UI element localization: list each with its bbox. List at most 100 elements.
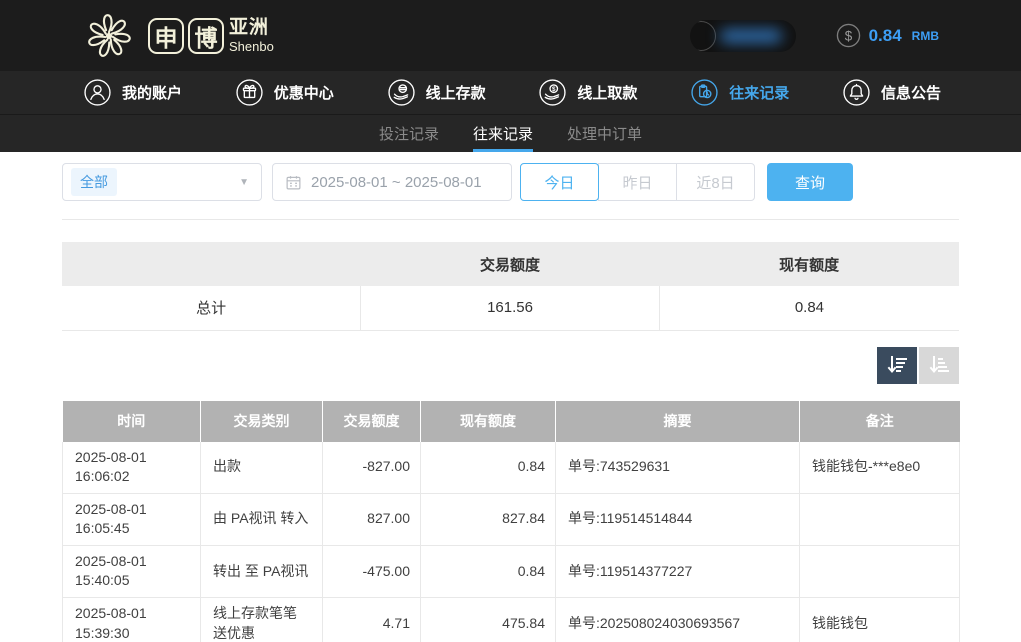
cell-type: 由 PA视讯 转入 xyxy=(201,493,323,545)
nav-label: 往来记录 xyxy=(729,82,789,103)
summary-trade-total: 161.56 xyxy=(361,286,660,330)
selected-type-tag: 全部 xyxy=(71,168,117,196)
summary-header-row: 交易额度 现有额度 xyxy=(62,242,959,286)
user-icon xyxy=(84,79,111,106)
record-subtabs: 投注记录 往来记录 处理中订单 xyxy=(0,114,1021,152)
records-table: 时间 交易类别 交易额度 现有额度 摘要 备注 2025-08-01 16:06… xyxy=(62,401,960,642)
wallet-balance[interactable]: $ 0.84 RMB xyxy=(836,23,939,48)
tab-transaction-records[interactable]: 往来记录 xyxy=(473,115,533,152)
cell-time: 2025-08-01 15:40:05 xyxy=(63,545,201,597)
col-summary[interactable]: 摘要 xyxy=(556,401,800,442)
records-icon xyxy=(691,79,718,106)
cell-balance: 827.84 xyxy=(421,493,556,545)
cell-type: 转出 至 PA视讯 xyxy=(201,545,323,597)
sort-controls xyxy=(62,347,959,384)
svg-text:$: $ xyxy=(552,86,556,93)
dollar-coin-icon: $ xyxy=(836,23,861,48)
svg-text:$: $ xyxy=(844,28,852,43)
cell-trade-amount: -827.00 xyxy=(323,442,421,494)
cell-balance: 0.84 xyxy=(421,545,556,597)
withdraw-icon: $ xyxy=(539,79,566,106)
table-row: 2025-08-01 16:06:02 出款 -827.00 0.84 单号:7… xyxy=(63,442,960,494)
cell-type: 线上存款笔笔送优惠 xyxy=(201,598,323,642)
logo-char-box: 申 xyxy=(148,18,184,54)
deposit-icon xyxy=(388,79,415,106)
topbar-right: $ 0.84 RMB xyxy=(690,20,939,52)
main-navigation: 我的账户 优惠中心 线上存款 $ 线上取款 xyxy=(0,71,1021,114)
cell-summary: 单号:119514377227 xyxy=(556,545,800,597)
cell-trade-amount: 827.00 xyxy=(323,493,421,545)
date-range-picker[interactable]: 2025-08-01 ~ 2025-08-01 xyxy=(272,163,512,201)
cell-remark xyxy=(800,545,960,597)
logo-char-box: 博 xyxy=(188,18,224,54)
nav-item-my-account[interactable]: 我的账户 xyxy=(84,79,182,106)
col-time[interactable]: 时间 xyxy=(63,401,201,442)
cell-summary: 单号:743529631 xyxy=(556,442,800,494)
col-balance[interactable]: 现有额度 xyxy=(421,401,556,442)
nav-item-announcements[interactable]: 信息公告 xyxy=(843,79,941,106)
gift-icon xyxy=(236,79,263,106)
filter-row: 全部 ▼ 2025-08-01 ~ 2025-08-01 今日 昨日 近8日 查… xyxy=(62,163,959,201)
date-range-value: 2025-08-01 ~ 2025-08-01 xyxy=(311,174,482,191)
cell-remark xyxy=(800,493,960,545)
summary-table: 交易额度 现有额度 总计 161.56 0.84 xyxy=(62,242,959,331)
summary-total-label: 总计 xyxy=(62,286,361,330)
summary-header-trade: 交易额度 xyxy=(361,242,660,286)
masked-account[interactable] xyxy=(690,20,796,52)
nav-label: 线上存款 xyxy=(426,82,486,103)
last-8-days-button[interactable]: 近8日 xyxy=(676,163,755,201)
yesterday-button[interactable]: 昨日 xyxy=(598,163,677,201)
table-row: 2025-08-01 16:05:45 由 PA视讯 转入 827.00 827… xyxy=(63,493,960,545)
cell-remark: 钱能钱包 xyxy=(800,598,960,642)
cell-summary: 单号:202508024030693567 xyxy=(556,598,800,642)
col-trade-amount[interactable]: 交易额度 xyxy=(323,401,421,442)
avatar xyxy=(690,21,716,51)
summary-balance-total: 0.84 xyxy=(659,286,959,330)
cell-trade-amount: -475.00 xyxy=(323,545,421,597)
quick-date-group: 今日 昨日 近8日 xyxy=(520,163,755,201)
balance-amount: 0.84 xyxy=(869,26,902,46)
logo-side: 亚洲 Shenbo xyxy=(229,18,274,53)
logo-en: Shenbo xyxy=(229,40,274,53)
cell-time: 2025-08-01 15:39:30 xyxy=(63,598,201,642)
sort-descending-icon xyxy=(885,353,909,377)
flower-logo-icon xyxy=(80,7,138,65)
col-type[interactable]: 交易类别 xyxy=(201,401,323,442)
cell-balance: 0.84 xyxy=(421,442,556,494)
nav-label: 线上取款 xyxy=(577,82,637,103)
query-button[interactable]: 查询 xyxy=(767,163,853,201)
cell-trade-amount: 4.71 xyxy=(323,598,421,642)
nav-label: 信息公告 xyxy=(881,82,941,103)
summary-header-empty xyxy=(62,242,361,286)
brand-logo[interactable]: 申 博 亚洲 Shenbo xyxy=(80,7,274,65)
bell-icon xyxy=(843,79,870,106)
cell-summary: 单号:119514514844 xyxy=(556,493,800,545)
main-content: 全部 ▼ 2025-08-01 ~ 2025-08-01 今日 昨日 近8日 查… xyxy=(0,152,1021,642)
masked-username xyxy=(720,29,782,43)
nav-item-deposit[interactable]: 线上存款 xyxy=(388,79,486,106)
calendar-icon xyxy=(285,174,302,191)
cell-type: 出款 xyxy=(201,442,323,494)
type-select[interactable]: 全部 ▼ xyxy=(62,163,262,201)
sort-descending-button[interactable] xyxy=(877,347,917,384)
logo-region: 亚洲 xyxy=(229,18,274,37)
nav-item-withdraw[interactable]: $ 线上取款 xyxy=(539,79,637,106)
tab-pending-orders[interactable]: 处理中订单 xyxy=(567,115,642,152)
records-header-row: 时间 交易类别 交易额度 现有额度 摘要 备注 xyxy=(63,401,960,442)
nav-item-promotions[interactable]: 优惠中心 xyxy=(236,79,334,106)
today-button[interactable]: 今日 xyxy=(520,163,599,201)
cell-time: 2025-08-01 16:05:45 xyxy=(63,493,201,545)
sort-ascending-icon xyxy=(927,353,951,377)
topbar: 申 博 亚洲 Shenbo $ 0.84 RMB xyxy=(0,0,1021,71)
nav-label: 我的账户 xyxy=(122,82,182,103)
sort-ascending-button[interactable] xyxy=(919,347,959,384)
summary-total-row: 总计 161.56 0.84 xyxy=(62,286,959,330)
balance-currency: RMB xyxy=(912,29,939,43)
nav-item-transaction-records[interactable]: 往来记录 xyxy=(691,79,789,106)
divider xyxy=(62,219,959,220)
tab-betting-records[interactable]: 投注记录 xyxy=(379,115,439,152)
table-row: 2025-08-01 15:40:05 转出 至 PA视讯 -475.00 0.… xyxy=(63,545,960,597)
cell-balance: 475.84 xyxy=(421,598,556,642)
col-remark[interactable]: 备注 xyxy=(800,401,960,442)
summary-header-balance: 现有额度 xyxy=(659,242,959,286)
